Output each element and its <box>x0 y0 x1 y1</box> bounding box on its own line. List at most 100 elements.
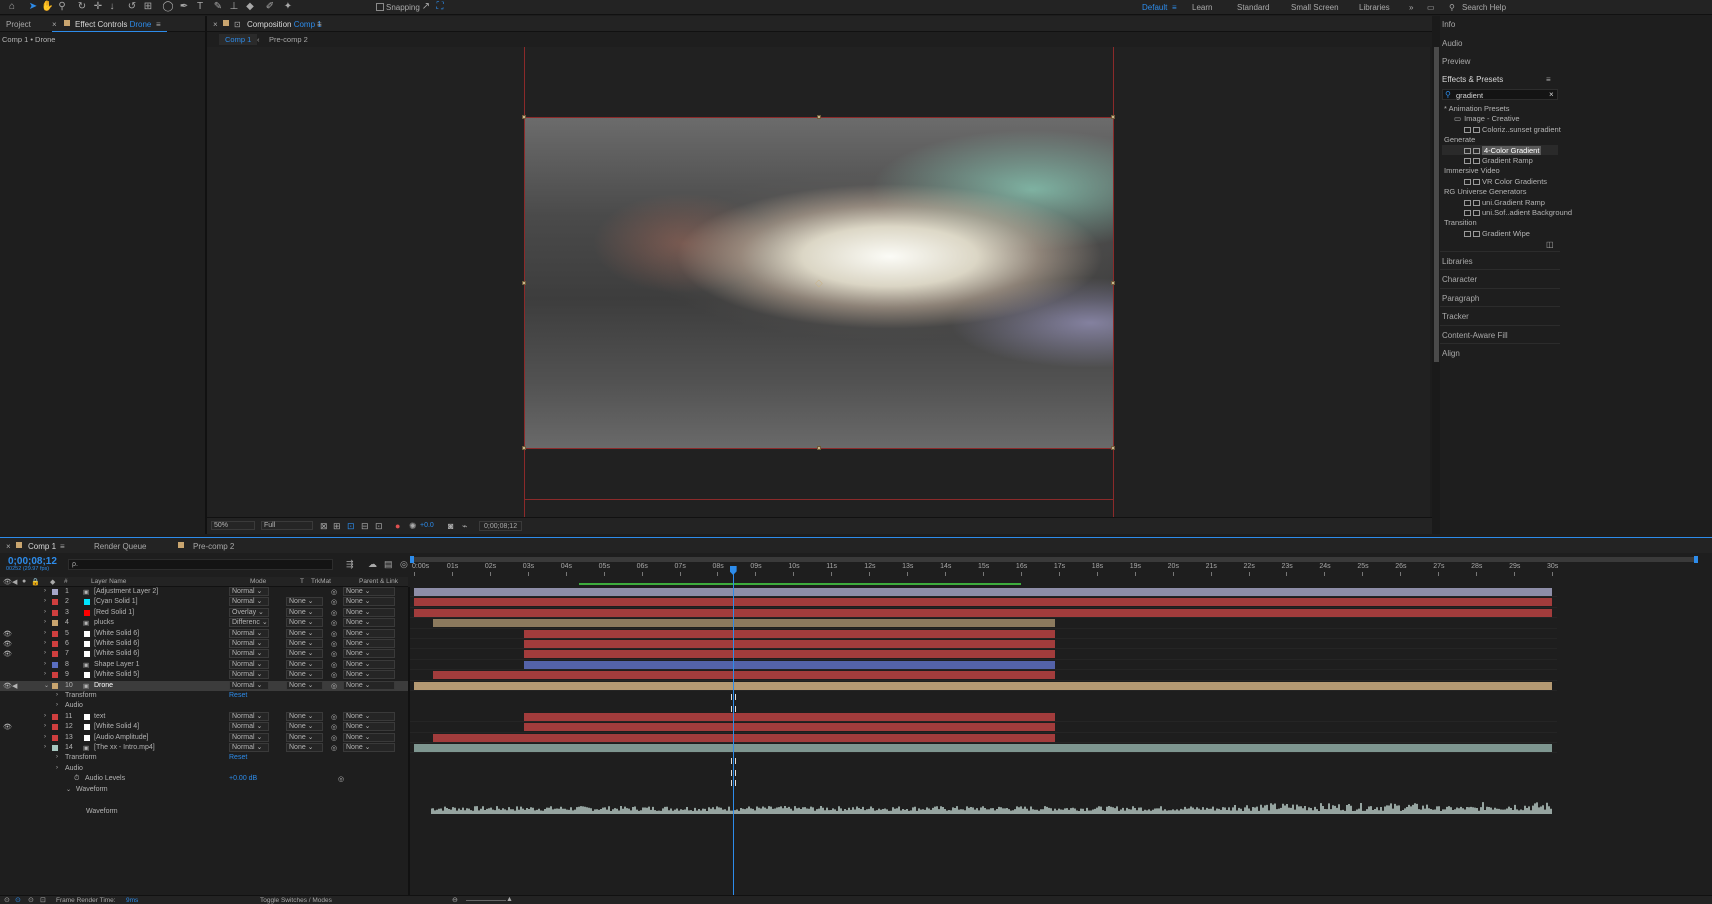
close-icon[interactable]: × <box>6 542 11 551</box>
label-color-swatch[interactable] <box>52 661 58 668</box>
parent-select[interactable]: None ⌄ <box>343 649 395 659</box>
mode-select[interactable]: Normal ⌄ <box>229 597 269 607</box>
transform-handle[interactable] <box>1111 446 1115 450</box>
exposure-reset-icon[interactable]: ✺ <box>409 521 417 532</box>
mask-visibility-icon[interactable]: ⊡ <box>347 521 355 532</box>
clear-search-icon[interactable]: × <box>1549 90 1554 99</box>
panel-libraries[interactable]: Libraries <box>1442 257 1473 266</box>
zoom-out-icon[interactable]: ⊖ <box>452 896 458 904</box>
property-row[interactable]: ⏱ Audio Levels +0.00 dB ◎ <box>0 774 408 784</box>
trkmat-select[interactable]: None ⌄ <box>286 743 323 752</box>
collapse-arrow-icon[interactable]: ⌄ <box>44 682 49 689</box>
mode-select[interactable]: Normal ⌄ <box>229 680 269 690</box>
zoom-slider[interactable] <box>466 900 506 901</box>
expand-arrow-icon[interactable]: › <box>44 609 46 615</box>
transparency-grid-icon[interactable]: ⊞ <box>333 521 341 532</box>
property-group-row[interactable]: › Audio <box>0 764 408 774</box>
parent-select[interactable]: None ⌄ <box>343 628 395 638</box>
layer-row[interactable]: 👁 › 12 [White Solid 4] Normal ⌄ None ⌄ ◎ None ⌄ <box>0 722 408 732</box>
pick-whip-icon[interactable]: ◎ <box>331 588 337 596</box>
effects-search-input[interactable]: ⚲ gradient × <box>1442 89 1558 100</box>
layer-row[interactable]: › 14 ▣ [The xx - Intro.mp4] Normal ⌄ None ⌄ ◎ N… <box>0 743 408 753</box>
layer-name[interactable]: Drone <box>94 682 113 689</box>
label-color-swatch[interactable] <box>52 724 58 731</box>
viewer-timecode[interactable]: 0;00;08;12 <box>479 521 523 531</box>
column-trkmat[interactable]: TrkMat <box>311 578 331 585</box>
in-out-icon[interactable]: ⊡ <box>40 896 46 904</box>
tab-pre-comp-2[interactable]: Pre-comp 2 <box>193 542 234 551</box>
effects-tree-item[interactable]: ▭ Image - Creative <box>1454 114 1520 123</box>
label-color-swatch[interactable] <box>52 641 58 647</box>
time-navigator-bar[interactable] <box>410 557 1697 562</box>
pick-whip-icon[interactable]: ◎ <box>331 682 337 690</box>
parent-select[interactable]: None ⌄ <box>343 587 395 596</box>
expand-arrow-icon[interactable]: › <box>44 588 46 594</box>
mode-select[interactable]: Normal ⌄ <box>229 639 269 648</box>
workspace-standard[interactable]: Standard <box>1237 3 1269 12</box>
effects-tree-item[interactable]: Gradient Wipe <box>1464 229 1530 238</box>
search-help-field[interactable]: Search Help <box>1462 3 1506 12</box>
mode-select[interactable]: Normal ⌄ <box>229 670 269 680</box>
region-of-interest-icon[interactable]: ⊠ <box>320 521 328 532</box>
layer-row[interactable]: 👁 ◀ ⌄ 10 ▣ Drone Normal ⌄ None ⌄ ◎ None ⌄ <box>0 680 408 691</box>
parent-select[interactable]: None ⌄ <box>343 743 395 752</box>
label-color-swatch[interactable] <box>52 651 58 658</box>
mode-select[interactable]: Normal ⌄ <box>229 722 269 732</box>
trkmat-select[interactable]: None ⌄ <box>286 732 323 742</box>
panel-preview[interactable]: Preview <box>1442 57 1470 66</box>
viewer-scrollbar[interactable] <box>1434 47 1439 362</box>
trkmat-select[interactable]: None ⌄ <box>286 722 323 732</box>
resolution-select[interactable]: Full <box>261 521 313 530</box>
transform-handle[interactable] <box>817 446 821 450</box>
layer-row[interactable]: 👁 › 5 [White Solid 6] Normal ⌄ None ⌄ ◎ None ⌄ <box>0 628 408 639</box>
label-color-swatch[interactable] <box>52 682 58 689</box>
home-icon[interactable]: ⌂ <box>6 1 18 13</box>
snapping-checkbox[interactable] <box>376 3 384 11</box>
reset-link[interactable]: Reset <box>229 692 247 699</box>
layer-name[interactable]: [Audio Amplitude] <box>94 734 148 741</box>
workspace-learn[interactable]: Learn <box>1192 3 1212 12</box>
label-color-swatch[interactable] <box>52 745 58 751</box>
transform-handle[interactable] <box>522 281 526 285</box>
mode-select[interactable]: Differenc ⌄ <box>229 618 269 628</box>
close-icon[interactable]: × <box>213 20 218 29</box>
pick-whip-icon[interactable]: ◎ <box>331 640 337 648</box>
subtab-comp-1[interactable]: Comp 1 <box>219 34 258 45</box>
expand-arrow-icon[interactable]: › <box>44 671 46 677</box>
eraser-tool-icon[interactable]: ◆ <box>244 1 256 13</box>
snap-feature-icon[interactable]: ⛶ <box>434 1 446 13</box>
trkmat-select[interactable]: None ⌄ <box>286 711 323 721</box>
ellipse-tool-icon[interactable]: ◯ <box>162 1 174 13</box>
panel-effects-presets[interactable]: Effects & Presets <box>1442 75 1503 84</box>
workspace-default[interactable]: Default <box>1142 3 1167 12</box>
mode-select[interactable]: Normal ⌄ <box>229 587 269 596</box>
label-color-swatch[interactable] <box>52 620 58 627</box>
mode-select[interactable]: Normal ⌄ <box>229 649 269 659</box>
visibility-eye-icon[interactable]: 👁 <box>3 630 12 638</box>
expand-arrow-icon[interactable]: › <box>44 630 46 636</box>
color-management-icon[interactable]: ● <box>395 521 400 531</box>
effects-tree-item[interactable]: RG Universe Generators <box>1444 187 1527 196</box>
mode-select[interactable]: Overlay ⌄ <box>229 607 269 617</box>
layer-switches-icon[interactable]: ⊙ <box>15 896 21 904</box>
expand-arrow-icon[interactable]: › <box>44 661 46 667</box>
trkmat-select[interactable]: None ⌄ <box>286 649 323 659</box>
pick-whip-icon[interactable]: ◎ <box>331 650 337 658</box>
channel-icon[interactable]: ⊡ <box>375 521 383 532</box>
anchor-point-tool-icon[interactable]: ⊞ <box>142 1 154 13</box>
expand-arrow-icon[interactable]: › <box>56 692 58 698</box>
layer-name[interactable]: [White Solid 6] <box>94 630 139 637</box>
navigator-start-handle[interactable] <box>410 556 414 563</box>
toggle-switches-modes-button[interactable]: Toggle Switches / Modes <box>260 897 332 904</box>
expand-arrow-icon[interactable]: › <box>44 650 46 656</box>
layer-row[interactable]: › 8 ▣ Shape Layer 1 Normal ⌄ None ⌄ ◎ None ⌄ <box>0 659 408 670</box>
pick-whip-icon[interactable]: ◎ <box>331 661 337 669</box>
label-color-swatch[interactable] <box>52 599 58 606</box>
panel-character[interactable]: Character <box>1442 275 1477 284</box>
effects-tree-item[interactable]: Generate <box>1444 135 1475 144</box>
layer-name[interactable]: plucks <box>94 619 114 626</box>
panel-paragraph[interactable]: Paragraph <box>1442 294 1479 303</box>
pick-whip-icon[interactable]: ◎ <box>331 630 337 638</box>
pick-whip-icon[interactable]: ◎ <box>331 619 337 627</box>
column-layer-name[interactable]: Layer Name <box>91 578 126 585</box>
